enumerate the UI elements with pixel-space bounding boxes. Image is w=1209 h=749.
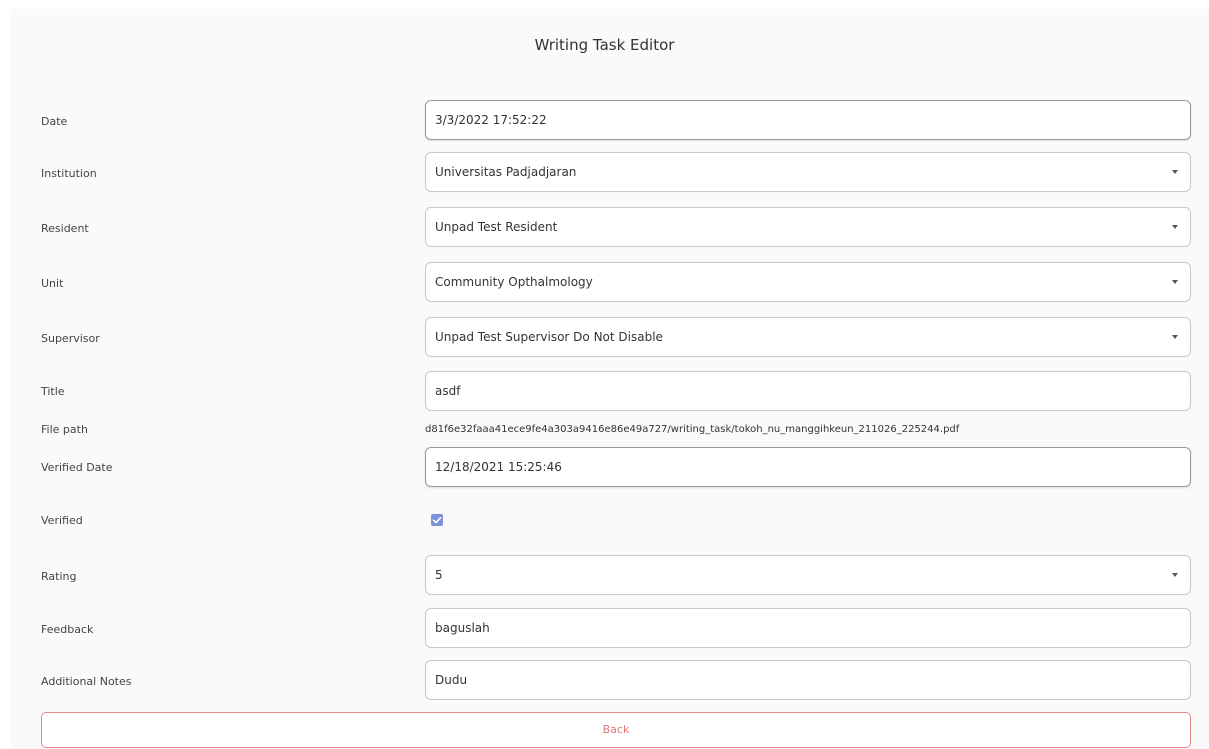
unit-select[interactable]: Community Opthalmology (425, 262, 1191, 302)
file-path-label: File path (41, 423, 88, 436)
file-path-value: d81f6e32faaa41ece9fe4a303a9416e86e49a727… (425, 424, 960, 435)
title-label: Title (41, 385, 65, 398)
verified-checkbox[interactable] (431, 514, 443, 526)
feedback-input[interactable]: baguslah (425, 608, 1191, 648)
rating-value: 5 (435, 568, 443, 582)
additional-notes-input[interactable]: Dudu (425, 660, 1191, 700)
resident-value: Unpad Test Resident (435, 220, 558, 234)
verified-date-value: 12/18/2021 15:25:46 (435, 460, 562, 474)
back-button[interactable]: Back (41, 712, 1191, 748)
title-input[interactable]: asdf (425, 371, 1191, 411)
chevron-down-icon (1172, 170, 1178, 174)
title-value: asdf (435, 384, 461, 398)
rating-select[interactable]: 5 (425, 555, 1191, 595)
verified-date-label: Verified Date (41, 461, 113, 474)
feedback-value: baguslah (435, 621, 490, 635)
date-value: 3/3/2022 17:52:22 (435, 113, 547, 127)
supervisor-value: Unpad Test Supervisor Do Not Disable (435, 330, 663, 344)
additional-notes-label: Additional Notes (41, 675, 132, 688)
chevron-down-icon (1172, 225, 1178, 229)
additional-notes-value: Dudu (435, 673, 468, 687)
verified-label: Verified (41, 514, 83, 527)
resident-label: Resident (41, 222, 89, 235)
institution-value: Universitas Padjadjaran (435, 165, 577, 179)
resident-select[interactable]: Unpad Test Resident (425, 207, 1191, 247)
supervisor-select[interactable]: Unpad Test Supervisor Do Not Disable (425, 317, 1191, 357)
verified-date-field[interactable]: 12/18/2021 15:25:46 (425, 447, 1191, 487)
checkmark-icon (432, 516, 442, 524)
chevron-down-icon (1172, 573, 1178, 577)
date-label: Date (41, 115, 68, 128)
page-title: Writing Task Editor (534, 36, 675, 54)
chevron-down-icon (1172, 280, 1178, 284)
institution-select[interactable]: Universitas Padjadjaran (425, 152, 1191, 192)
supervisor-label: Supervisor (41, 332, 100, 345)
feedback-label: Feedback (41, 623, 94, 636)
date-field[interactable]: 3/3/2022 17:52:22 (425, 100, 1191, 140)
unit-value: Community Opthalmology (435, 275, 593, 289)
chevron-down-icon (1172, 335, 1178, 339)
unit-label: Unit (41, 277, 64, 290)
rating-label: Rating (41, 570, 77, 583)
institution-label: Institution (41, 167, 97, 180)
